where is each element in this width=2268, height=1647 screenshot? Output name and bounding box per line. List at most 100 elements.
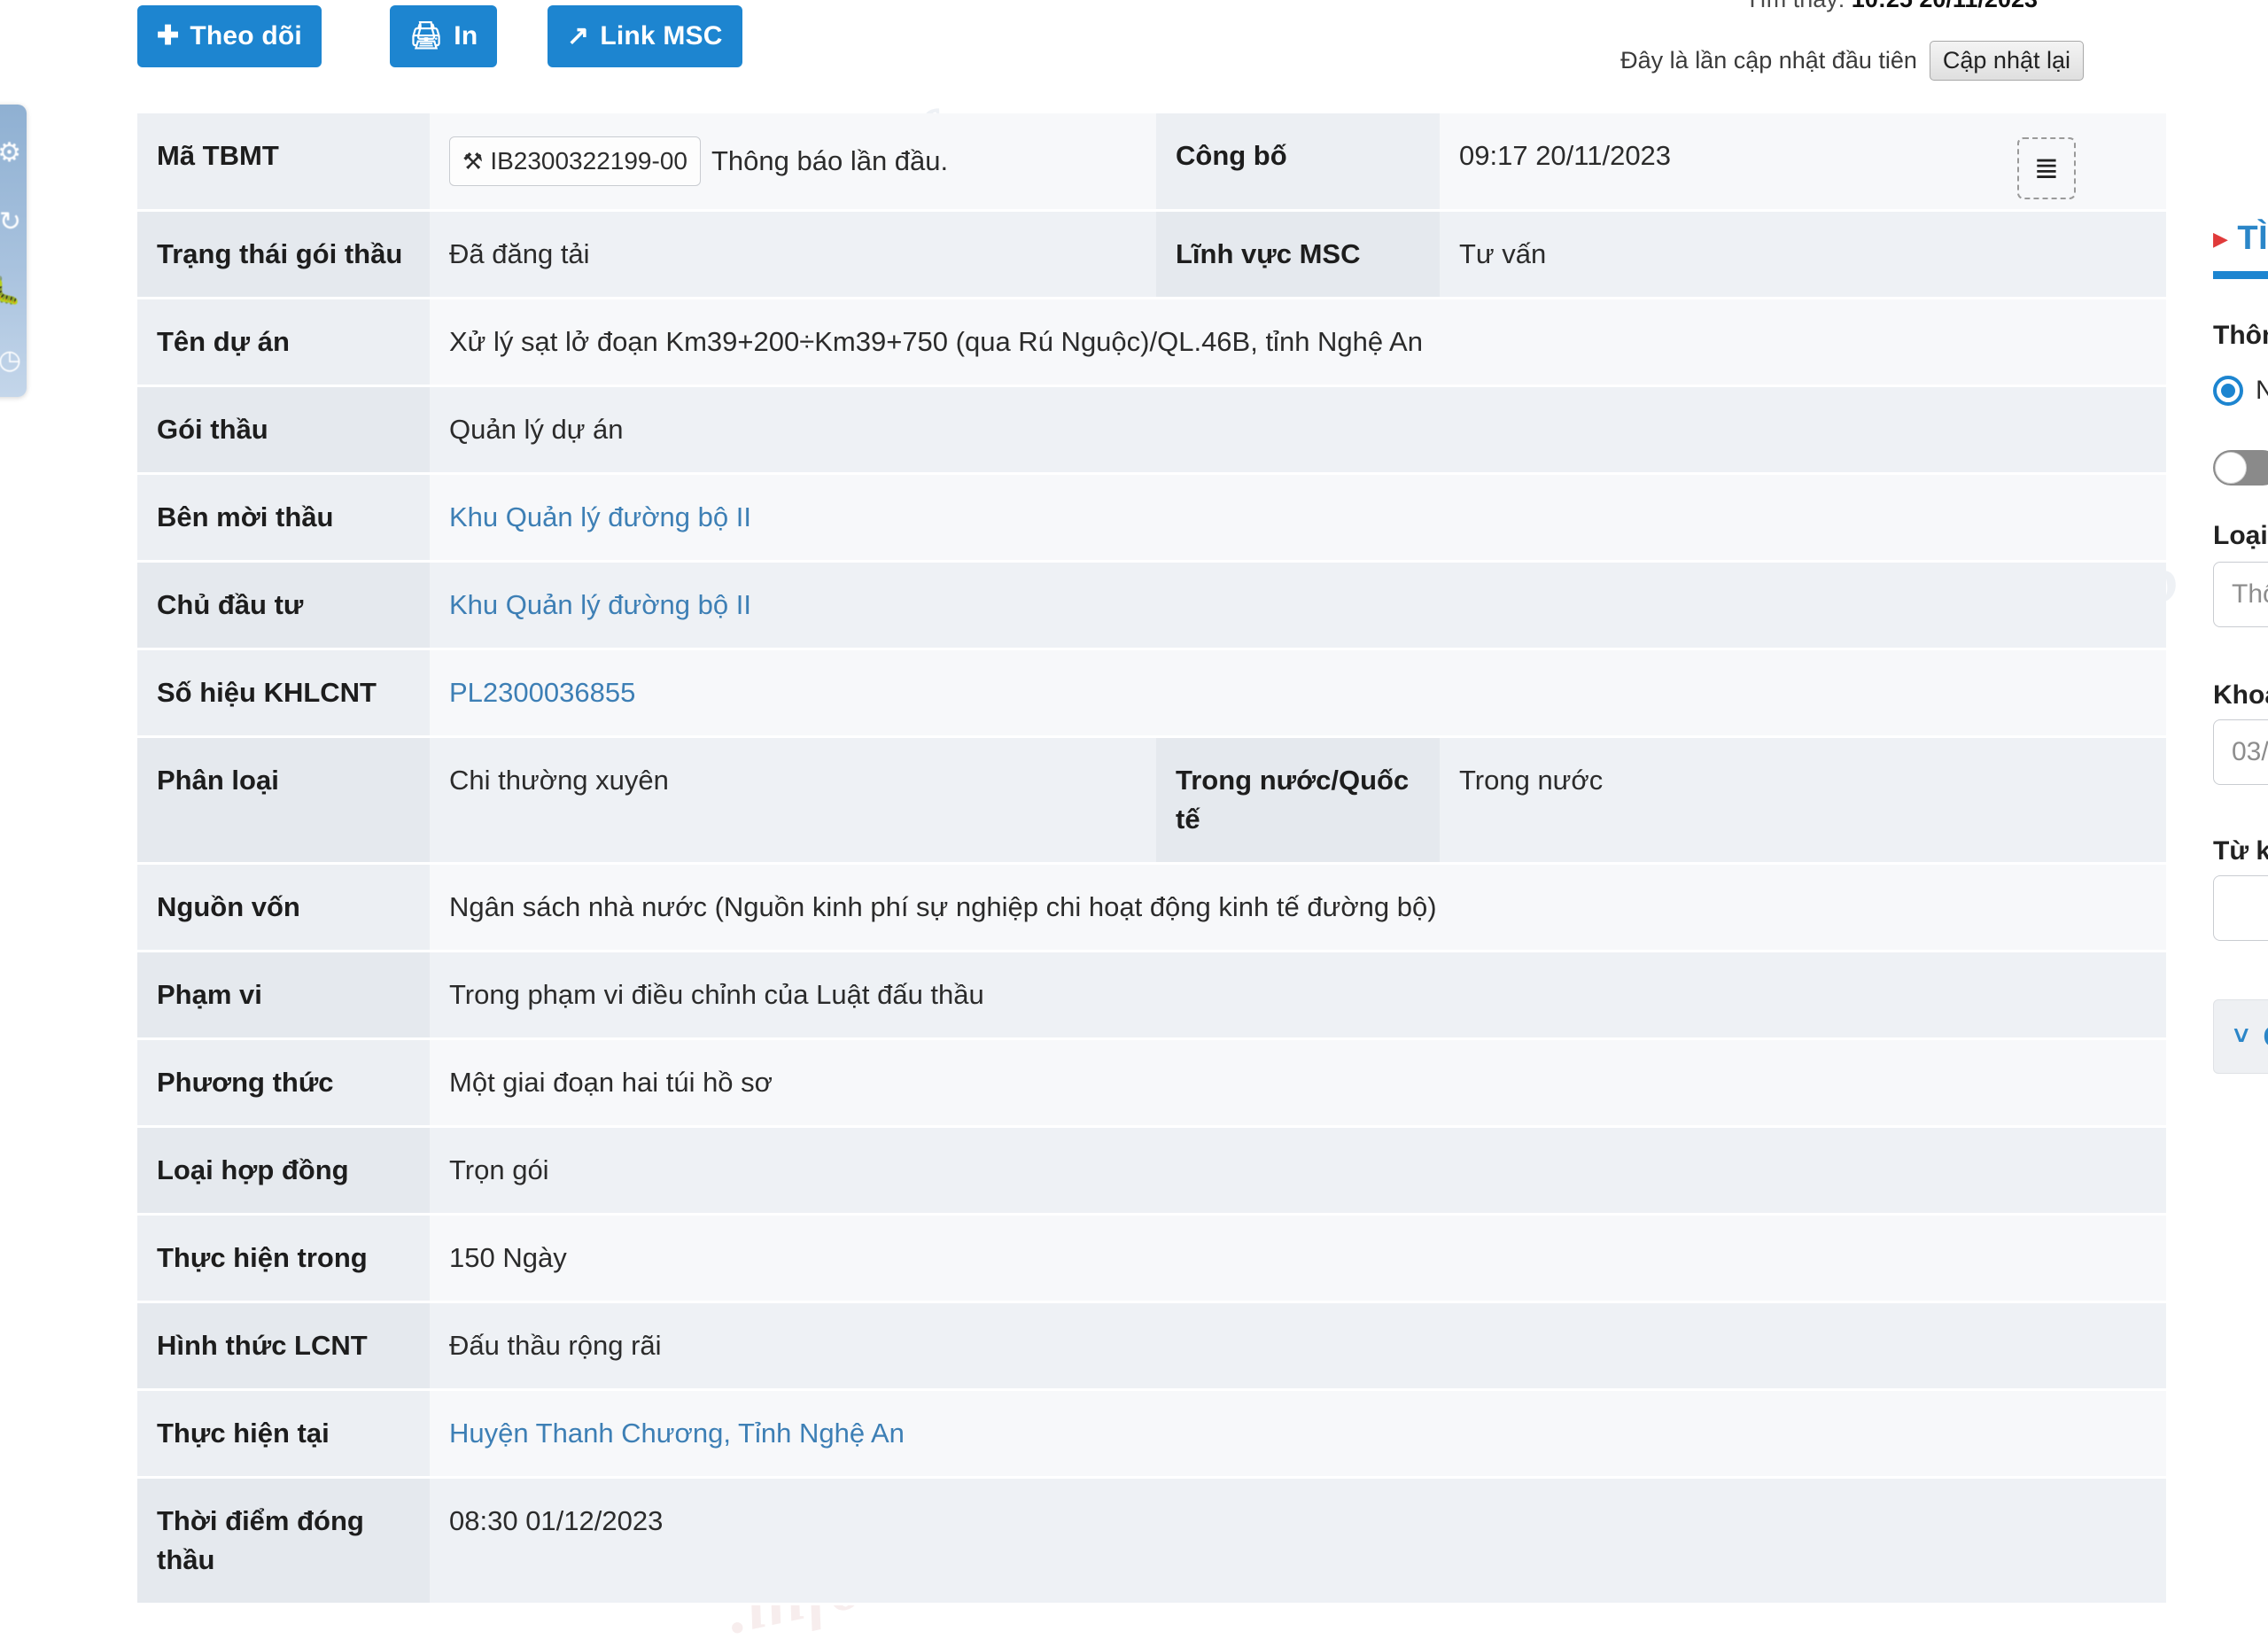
row-value: 150 Ngày — [430, 1214, 2166, 1302]
sidebar-collapse-section[interactable]: ˅ CI — [2213, 999, 2268, 1074]
table-row: Thực hiện tại Huyện Thanh Chương, Tỉnh Ng… — [137, 1389, 2166, 1478]
table-row: Hình thức LCNT Đấu thầu rộng rãi — [137, 1301, 2166, 1390]
row-value-text: Trong phạm vi điều chỉnh của Luật đấu th… — [449, 978, 984, 1010]
print-button[interactable]: 🖨 In — [390, 5, 498, 67]
table-row: Loại hợp đồng Trọn gói — [137, 1126, 2166, 1215]
row-value-text: 08:30 01/12/2023 — [449, 1504, 664, 1536]
row-value: Trong phạm vi điều chỉnh của Luật đấu th… — [430, 951, 2166, 1039]
row-value-text: Một giai đoạn hai túi hồ sơ — [449, 1066, 773, 1098]
table-row: Thời điểm đóng thầu 08:30 01/12/2023 — [137, 1477, 2166, 1604]
sidebar-type-select[interactable]: Thôn — [2213, 562, 2268, 627]
print-button-label: In — [454, 21, 478, 50]
follow-button[interactable]: ✚ Theo dõi — [137, 5, 322, 67]
sidebar-radio-label: Nh — [2256, 376, 2268, 405]
toggle-switch-icon[interactable] — [2213, 450, 2268, 486]
row-value-link[interactable]: Huyện Thanh Chương, Tỉnh Nghệ An — [449, 1418, 905, 1449]
sidebar-radio-option[interactable]: Nh — [2213, 376, 2268, 406]
row-label: Loại hợp đồng — [137, 1126, 430, 1215]
row-value-text: Ngân sách nhà nước (Nguồn kinh phí sự ng… — [449, 890, 1437, 922]
link-msc-button-label: Link MSC — [600, 21, 723, 50]
table-row: Thực hiện trong 150 Ngày — [137, 1214, 2166, 1302]
table-row: Trạng thái gói thầu Đã đăng tải Lĩnh vực M… — [137, 210, 2166, 299]
row-value-text: 150 Ngày — [449, 1241, 567, 1273]
row-value: ⚒ IB2300322199-00 Thông báo lần đầu. — [430, 113, 1156, 211]
caret-right-icon: ▶ — [2213, 227, 2229, 250]
tender-detail-table: Mã TBMT ⚒ IB2300322199-00 Thông báo lần đầu… — [137, 113, 2166, 1605]
clock-icon[interactable]: ◷ — [0, 326, 27, 395]
sidebar-label-keyword: Từ kho — [2213, 836, 2268, 866]
found-time-line: Tìm thấy: 10:25 20/11/2023 — [1745, 0, 2038, 13]
plus-icon: ✚ — [157, 21, 180, 50]
row-label: Thời điểm đóng thầu — [137, 1477, 430, 1604]
row-value[interactable]: Khu Quản lý đường bộ II — [430, 473, 2166, 562]
refresh-update-button[interactable]: Cập nhật lại — [1929, 41, 2084, 81]
chevron-down-icon: ˅ — [2233, 1022, 2249, 1051]
row-label: Phương thức — [137, 1038, 430, 1127]
row-value-secondary: Tư vấn — [1440, 210, 2166, 299]
follow-button-label: Theo dõi — [190, 21, 302, 50]
found-prefix: Tìm thấy: — [1745, 0, 1845, 12]
row-label: Gói thầu — [137, 385, 430, 474]
search-sidebar: ▶ TÌM Thông Nh C Loại th Thôn Khoản 03/0… — [2190, 0, 2268, 1453]
left-floating-dock[interactable]: ⚙ ↻ 🐛 ◷ — [0, 105, 27, 397]
row-value-text: Trọn gói — [449, 1154, 549, 1185]
row-value: Đã đăng tải — [430, 210, 1156, 299]
printer-icon: 🖨 — [409, 21, 444, 50]
sidebar-keyword-input[interactable] — [2213, 875, 2268, 941]
sidebar-toggle-option[interactable]: C — [2213, 450, 2268, 486]
row-value-link[interactable]: PL2300036855 — [449, 677, 635, 708]
row-label: Mã TBMT — [137, 113, 430, 211]
gavel-icon: ⚒ — [462, 148, 484, 175]
radio-selected-icon[interactable] — [2213, 376, 2243, 406]
gears-icon[interactable]: ⚙ — [0, 119, 27, 188]
row-label: Tên dự án — [137, 298, 430, 386]
first-update-note: Đây là lần cập nhật đầu tiên — [1620, 47, 1917, 74]
row-label: Phân loại — [137, 736, 430, 864]
table-row: Mã TBMT ⚒ IB2300322199-00 Thông báo lần đầu… — [137, 113, 2166, 211]
list-ordered-icon[interactable]: ≣ — [2017, 137, 2076, 199]
row-label: Thực hiện tại — [137, 1389, 430, 1478]
row-value-text: Thông báo lần đầu. — [711, 144, 949, 176]
row-value: Đấu thầu rộng rãi — [430, 1301, 2166, 1390]
row-value: Một giai đoạn hai túi hồ sơ — [430, 1038, 2166, 1127]
sidebar-title-underline — [2213, 271, 2268, 279]
row-value-text: Quản lý dự án — [449, 413, 624, 445]
table-row: Số hiệu KHLCNT PL2300036855 — [137, 649, 2166, 737]
found-time: 10:25 20/11/2023 — [1852, 0, 2038, 12]
row-value-link[interactable]: Khu Quản lý đường bộ II — [449, 501, 751, 532]
row-value-text: Xử lý sạt lở đoạn Km39+200÷Km39+750 (qua… — [449, 325, 1423, 357]
table-row: Phạm vi Trong phạm vi điều chỉnh của Luật… — [137, 951, 2166, 1039]
row-value[interactable]: Khu Quản lý đường bộ II — [430, 561, 2166, 649]
link-msc-button[interactable]: ↗ Link MSC — [548, 5, 742, 67]
row-value: Quản lý dự án — [430, 385, 2166, 474]
table-row: Chủ đầu tư Khu Quản lý đường bộ II — [137, 561, 2166, 649]
row-label-secondary: Trong nước/Quốc tế — [1156, 736, 1440, 864]
row-value[interactable]: PL2300036855 — [430, 649, 2166, 737]
row-value[interactable]: Huyện Thanh Chương, Tỉnh Nghệ An — [430, 1389, 2166, 1478]
row-value: Chi thường xuyên — [430, 736, 1156, 864]
update-status-row: Đây là lần cập nhật đầu tiên Cập nhật lạ… — [1620, 41, 2084, 81]
row-label: Bên mời thầu — [137, 473, 430, 562]
sidebar-title: ▶ TÌM — [2213, 220, 2268, 258]
sidebar-title-text: TÌM — [2237, 220, 2268, 257]
tbmt-code-text: IB2300322199-00 — [490, 147, 687, 175]
row-value-link[interactable]: Khu Quản lý đường bộ II — [449, 589, 751, 620]
link-msc-icon: ↗ — [567, 21, 590, 50]
bug-icon[interactable]: 🐛 — [0, 257, 27, 326]
row-label: Nguồn vốn — [137, 863, 430, 952]
row-label: Trạng thái gói thầu — [137, 210, 430, 299]
table-row: Nguồn vốn Ngân sách nhà nước (Nguồn kinh … — [137, 863, 2166, 952]
table-row: Phương thức Một giai đoạn hai túi hồ sơ — [137, 1038, 2166, 1127]
tbmt-code-chip[interactable]: ⚒ IB2300322199-00 — [449, 136, 701, 186]
row-value: Trọn gói — [430, 1126, 2166, 1215]
row-label-secondary: Lĩnh vực MSC — [1156, 210, 1440, 299]
row-label: Phạm vi — [137, 951, 430, 1039]
sidebar-label-type: Loại th — [2213, 521, 2268, 550]
row-value-secondary: Trong nước — [1440, 736, 2166, 864]
sidebar-date-range-input[interactable]: 03/0 — [2213, 719, 2268, 785]
row-value: Xử lý sạt lở đoạn Km39+200÷Km39+750 (qua… — [430, 298, 2166, 386]
refresh-icon[interactable]: ↻ — [0, 188, 27, 257]
row-value-text: Đấu thầu rộng rãi — [449, 1329, 662, 1361]
table-row: Gói thầu Quản lý dự án — [137, 385, 2166, 474]
row-label-secondary: Công bố — [1156, 113, 1440, 211]
